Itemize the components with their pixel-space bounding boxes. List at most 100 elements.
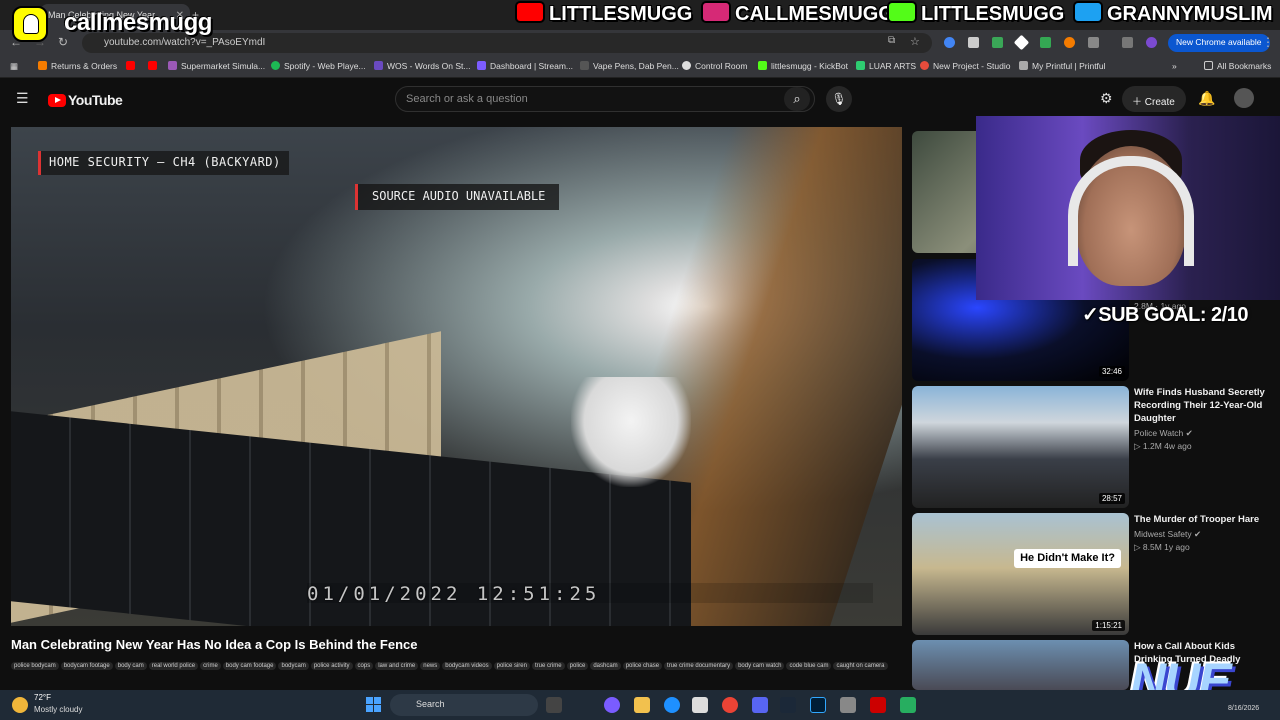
video-tag[interactable]: true crime xyxy=(531,662,565,670)
video-tag[interactable]: bodycam videos xyxy=(442,662,492,670)
recommendation-item[interactable]: 28:57 Wife Finds Husband Secretly Record… xyxy=(912,386,1272,508)
kebab-menu-icon[interactable]: ⋮ xyxy=(1262,35,1274,49)
windows-taskbar: 72°F Mostly cloudy Search 8/16/2026 xyxy=(0,690,1280,720)
photoshop-icon[interactable] xyxy=(810,697,826,713)
bookmark-item[interactable]: New Project - Studio xyxy=(920,61,1010,71)
extension-icon[interactable] xyxy=(968,37,979,48)
video-thumbnail[interactable]: He Didn't Make It? 1:15:21 xyxy=(912,513,1129,635)
cast-gear-icon[interactable]: ⚙ xyxy=(1100,90,1113,107)
new-chrome-available-button[interactable]: New Chrome available xyxy=(1168,34,1270,52)
channel-name[interactable]: Midwest Safety ✔ xyxy=(1134,529,1201,540)
avatar[interactable] xyxy=(1234,88,1254,108)
apps-grid-icon[interactable]: ▦ xyxy=(10,61,18,72)
video-tag[interactable]: police bodycam xyxy=(11,662,59,670)
bookmarks-overflow-icon[interactable]: » xyxy=(1172,61,1177,71)
video-player[interactable]: HOME SECURITY — CH4 (BACKYARD) SOURCE AU… xyxy=(11,127,902,626)
video-tag[interactable]: true crime documentary xyxy=(664,662,734,670)
social-handles-overlay: LITTLESMUGG CALLMESMUGG LITTLESMUGG GRAN… xyxy=(515,0,1280,28)
twitter-icon xyxy=(1073,1,1103,23)
video-tag[interactable]: code blue cam xyxy=(786,662,832,670)
taskbar-search[interactable]: Search xyxy=(390,694,538,716)
extension-icon[interactable] xyxy=(1040,37,1051,48)
video-tag[interactable]: bodycam xyxy=(278,662,309,670)
hamburger-menu-icon[interactable]: ☰ xyxy=(16,90,29,107)
video-tag[interactable]: law and crime xyxy=(375,662,419,670)
video-tag[interactable]: caught on camera xyxy=(833,662,888,670)
url-text: youtube.com/watch?v=_PAsoEYmdI xyxy=(104,37,266,48)
taskbar-date: 8/16/2026 xyxy=(1228,705,1260,712)
discord-icon[interactable] xyxy=(752,697,768,713)
file-explorer-icon[interactable] xyxy=(634,697,650,713)
instagram-handle: CALLMESMUGG xyxy=(701,1,894,27)
bookmark-star-icon[interactable]: ☆ xyxy=(910,35,920,48)
video-duration: 28:57 xyxy=(1098,493,1125,504)
video-tag[interactable]: crime xyxy=(200,662,221,670)
video-tag[interactable]: cops xyxy=(354,662,374,670)
bookmark-item[interactable]: Control Room xyxy=(682,61,747,71)
search-icon[interactable]: ⌕ xyxy=(784,87,810,111)
bookmark-item[interactable]: Dashboard | Stream... xyxy=(477,61,573,71)
extension-icon[interactable] xyxy=(1013,34,1030,51)
video-thumbnail[interactable]: 28:57 xyxy=(912,386,1129,508)
steam-icon[interactable] xyxy=(780,697,796,713)
video-tag[interactable]: real world police xyxy=(148,662,199,670)
app-icon[interactable] xyxy=(900,697,916,713)
video-thumbnail[interactable] xyxy=(912,640,1129,690)
copilot-icon[interactable] xyxy=(604,697,620,713)
audio-unavailable-label: SOURCE AUDIO UNAVAILABLE xyxy=(355,184,560,210)
search-input[interactable]: Search or ask a question xyxy=(395,86,815,112)
video-title[interactable]: The Murder of Trooper Hare xyxy=(1134,513,1272,526)
youtube-bookmark-icon[interactable] xyxy=(148,61,161,71)
reading-list-icon[interactable] xyxy=(1122,37,1133,48)
extensions-puzzle-icon[interactable] xyxy=(1088,37,1099,48)
taskbar-search-label: Search xyxy=(416,699,445,709)
video-title[interactable]: Wife Finds Husband Secretly Recording Th… xyxy=(1134,386,1272,425)
adobe-icon[interactable] xyxy=(870,697,886,713)
video-tag[interactable]: police xyxy=(566,662,589,670)
extension-icon[interactable] xyxy=(1064,37,1075,48)
bookmark-item[interactable]: Vape Pens, Dab Pen... xyxy=(580,61,679,71)
profile-avatar-icon[interactable] xyxy=(1146,37,1157,48)
create-button[interactable]: ＋ Create xyxy=(1122,86,1186,112)
stream-name-overlay: callmesmugg xyxy=(64,9,212,36)
video-tag[interactable]: dashcam xyxy=(590,662,621,670)
notepad-icon[interactable] xyxy=(840,697,856,713)
kick-handle: LITTLESMUGG xyxy=(887,1,1064,27)
task-view-icon[interactable] xyxy=(546,697,562,713)
edge-icon[interactable] xyxy=(664,697,680,713)
bookmark-item[interactable]: Supermarket Simula... xyxy=(168,61,265,71)
thumbnail-overlay-text: He Didn't Make It? xyxy=(1014,549,1121,568)
twitter-handle: GRANNYMUSLIM xyxy=(1073,1,1273,27)
all-bookmarks[interactable]: All Bookmarks xyxy=(1204,61,1271,71)
bookmark-item[interactable]: Spotify - Web Playe... xyxy=(271,61,366,71)
video-tag[interactable]: body cam footage xyxy=(222,662,277,670)
extension-icon[interactable] xyxy=(944,37,955,48)
sub-goal-overlay: ✓SUB GOAL: 2/10 xyxy=(1082,304,1248,326)
channel-name[interactable]: Police Watch ✔ xyxy=(1134,428,1193,439)
microphone-icon[interactable]: 🎙 xyxy=(826,86,852,112)
bookmark-item[interactable]: LUAR ARTS xyxy=(856,61,916,71)
windows-start-icon[interactable] xyxy=(366,697,382,713)
bookmark-item[interactable]: WOS - Words On St... xyxy=(374,61,470,71)
video-tag[interactable]: police chase xyxy=(622,662,663,670)
install-icon[interactable]: ⧉ xyxy=(888,35,895,46)
bookmark-item[interactable]: littlesmugg - KickBot xyxy=(758,61,848,71)
recommendation-item[interactable]: He Didn't Make It? 1:15:21 The Murder of… xyxy=(912,513,1272,635)
youtube-bookmark-icon[interactable] xyxy=(126,61,139,71)
video-meta: ▷ 1.2M 4w ago xyxy=(1134,441,1192,451)
reload-icon[interactable]: ↻ xyxy=(58,35,68,49)
search-placeholder: Search or ask a question xyxy=(406,93,528,105)
video-tag[interactable]: police siren xyxy=(493,662,530,670)
video-tag[interactable]: body cam watch xyxy=(735,662,785,670)
youtube-logo[interactable]: YouTube xyxy=(48,92,123,110)
extension-icon[interactable] xyxy=(992,37,1003,48)
bookmark-item[interactable]: Returns & Orders xyxy=(38,61,117,71)
video-tag[interactable]: police activity xyxy=(310,662,353,670)
chrome-icon[interactable] xyxy=(722,697,738,713)
video-tag[interactable]: body cam xyxy=(114,662,147,670)
notifications-bell-icon[interactable]: 🔔 xyxy=(1198,90,1215,107)
bookmark-item[interactable]: My Printful | Printful xyxy=(1019,61,1106,71)
store-icon[interactable] xyxy=(692,697,708,713)
video-tag[interactable]: news xyxy=(420,662,441,670)
video-tag[interactable]: bodycam footage xyxy=(60,662,113,670)
